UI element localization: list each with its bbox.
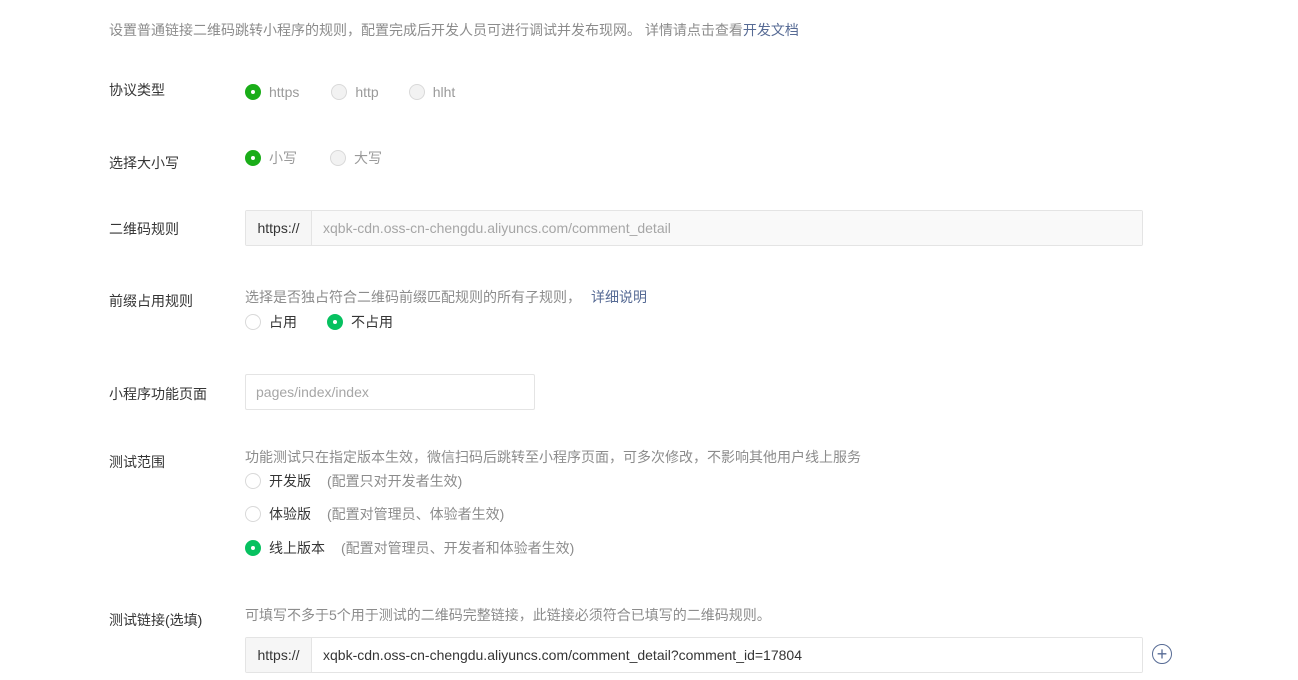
test-scope-option-note: (配置只对开发者生效) — [327, 473, 463, 489]
protocol-label: 协议类型 — [109, 82, 165, 98]
test-scope-option-label: 开发版 — [269, 473, 311, 489]
radio-unchecked-icon — [408, 84, 425, 100]
case-option-lower[interactable]: 小写 — [245, 148, 297, 168]
test-scope-option-trial[interactable]: 体验版 (配置对管理员、体验者生效) — [245, 504, 532, 524]
case-radio-group: 小写 大写 — [245, 148, 410, 168]
protocol-option-hlht[interactable]: hlht — [408, 82, 456, 102]
test-scope-label: 测试范围 — [109, 454, 165, 470]
case-option-upper[interactable]: 大写 — [330, 148, 382, 168]
test-link-input[interactable]: https:// xqbk-cdn.oss-cn-chengdu.aliyunc… — [245, 637, 1143, 673]
prefix-rule-description-text: 选择是否独占符合二维码前缀匹配规则的所有子规则， — [245, 289, 581, 305]
prefix-option-label: 不占用 — [351, 314, 393, 330]
qr-rule-prefix: https:// — [246, 211, 312, 245]
dev-docs-link[interactable]: 开发文档 — [743, 22, 799, 38]
intro-text: 设置普通链接二维码跳转小程序的规则，配置完成后开发人员可进行调试并发布现网。 详… — [109, 20, 799, 40]
prefix-option-not-occupy[interactable]: 不占用 — [327, 312, 393, 332]
test-link-prefix: https:// — [246, 638, 312, 672]
radio-unchecked-icon — [331, 84, 348, 100]
protocol-option-http[interactable]: http — [331, 82, 379, 102]
test-scope-option-note: (配置对管理员、开发者和体验者生效) — [341, 540, 575, 556]
page-label: 小程序功能页面 — [109, 386, 207, 402]
qr-rule-label: 二维码规则 — [109, 221, 179, 237]
test-link-value[interactable]: xqbk-cdn.oss-cn-chengdu.aliyuncs.com/com… — [312, 638, 1142, 672]
prefix-option-occupy[interactable]: 占用 — [245, 312, 297, 332]
page-path-input[interactable]: pages/index/index — [245, 374, 535, 410]
radio-checked-icon — [245, 84, 261, 100]
test-link-label: 测试链接(选填) — [109, 612, 203, 628]
protocol-option-label: https — [269, 84, 300, 100]
prefix-rule-detail-link[interactable]: 详细说明 — [591, 289, 647, 305]
radio-checked-icon — [245, 150, 261, 166]
qr-rule-value: xqbk-cdn.oss-cn-chengdu.aliyuncs.com/com… — [312, 211, 1142, 245]
protocol-option-label: hlht — [432, 84, 456, 100]
case-option-label: 小写 — [269, 150, 297, 166]
prefix-rule-description: 选择是否独占符合二维码前缀匹配规则的所有子规则， 详细说明 — [245, 287, 647, 307]
case-option-label: 大写 — [354, 150, 382, 166]
radio-unchecked-icon — [245, 506, 261, 522]
test-scope-option-dev[interactable]: 开发版 (配置只对开发者生效) — [245, 471, 490, 491]
test-scope-option-label: 线上版本 — [269, 540, 325, 556]
qr-rule-input: https:// xqbk-cdn.oss-cn-chengdu.aliyunc… — [245, 210, 1143, 246]
test-link-description: 可填写不多于5个用于测试的二维码完整链接，此链接必须符合已填写的二维码规则。 — [245, 607, 771, 623]
case-label: 选择大小写 — [109, 155, 179, 171]
radio-checked-icon — [327, 314, 343, 330]
radio-checked-icon — [245, 540, 261, 556]
test-scope-option-note: (配置对管理员、体验者生效) — [327, 506, 505, 522]
radio-unchecked-icon — [245, 473, 261, 489]
prefix-rule-label: 前缀占用规则 — [109, 293, 193, 309]
test-scope-option-online[interactable]: 线上版本 (配置对管理员、开发者和体验者生效) — [245, 538, 602, 558]
prefix-rule-radio-group: 占用 不占用 — [245, 312, 421, 332]
protocol-radio-group: https http hlht — [245, 82, 483, 102]
protocol-option-label: http — [355, 84, 379, 100]
radio-unchecked-icon — [245, 314, 261, 330]
radio-unchecked-icon — [330, 150, 346, 166]
intro-description: 设置普通链接二维码跳转小程序的规则，配置完成后开发人员可进行调试并发布现网。 详… — [109, 22, 743, 38]
test-scope-description: 功能测试只在指定版本生效，微信扫码后跳转至小程序页面，可多次修改，不影响其他用户… — [245, 449, 861, 465]
protocol-option-https[interactable]: https — [245, 82, 299, 102]
prefix-option-label: 占用 — [269, 314, 297, 330]
test-scope-option-label: 体验版 — [269, 506, 311, 522]
add-test-link-icon[interactable]: + — [1152, 644, 1172, 664]
